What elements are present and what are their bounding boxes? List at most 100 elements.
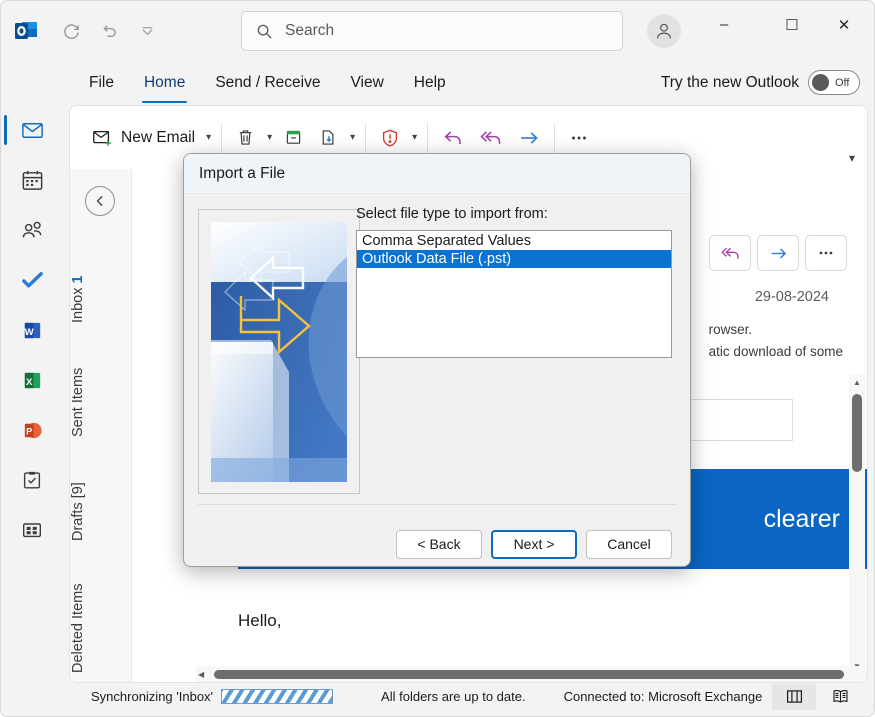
- search-placeholder: Search: [285, 22, 334, 40]
- reading-pane-vertical-scrollbar[interactable]: ▲ ▼: [849, 374, 865, 674]
- sync-progress-bar: [221, 689, 333, 704]
- folder-inbox-count: 1: [70, 275, 86, 283]
- file-type-option-csv[interactable]: Comma Separated Values: [357, 232, 671, 250]
- minimize-button[interactable]: –: [701, 1, 747, 48]
- new-email-chevron-down-icon[interactable]: ▾: [202, 132, 215, 143]
- report-button[interactable]: [372, 118, 408, 158]
- ribbon-divider: [221, 123, 222, 153]
- folders-status-text: All folders are up to date.: [381, 689, 526, 704]
- forward-button[interactable]: [510, 118, 548, 158]
- email-banner-text: clearer: [764, 505, 840, 534]
- tab-help[interactable]: Help: [412, 68, 448, 98]
- svg-text:P: P: [26, 426, 32, 436]
- svg-text:W: W: [24, 326, 34, 337]
- rail-item-todo[interactable]: [1, 255, 63, 305]
- new-email-button[interactable]: New Email: [84, 118, 202, 158]
- folder-item-sent[interactable]: Sent Items: [70, 327, 132, 437]
- close-button[interactable]: ✕: [821, 1, 867, 48]
- status-bar: Synchronizing 'Inbox' All folders are up…: [69, 683, 868, 710]
- horizontal-scroll-thumb[interactable]: [214, 670, 844, 679]
- email-body-fragment: rowser. atic download of some: [709, 319, 843, 362]
- dialog-body: Select file type to import from: Comma S…: [184, 194, 690, 524]
- dialog-divider: [198, 504, 676, 505]
- vertical-scroll-thumb[interactable]: [852, 394, 862, 472]
- reading-pane-horizontal-scrollbar[interactable]: ◀ ▶: [196, 666, 867, 683]
- normal-view-icon[interactable]: [772, 684, 816, 710]
- search-box[interactable]: Search: [241, 11, 623, 51]
- back-arrow-icon[interactable]: [85, 186, 115, 216]
- undo-icon[interactable]: [92, 14, 126, 48]
- file-type-listbox[interactable]: Comma Separated Values Outlook Data File…: [356, 230, 672, 358]
- reading-view-icon[interactable]: [818, 684, 862, 710]
- refresh-icon[interactable]: [54, 14, 88, 48]
- tab-send-receive[interactable]: Send / Receive: [213, 68, 322, 98]
- rail-item-people[interactable]: [1, 205, 63, 255]
- rail-item-mail[interactable]: [1, 105, 63, 155]
- delete-button[interactable]: [228, 118, 263, 158]
- message-more-button[interactable]: [805, 235, 847, 271]
- message-reply-all-button[interactable]: [709, 235, 751, 271]
- rail-item-excel[interactable]: X: [1, 355, 63, 405]
- archive-button[interactable]: [276, 118, 311, 158]
- folder-item-drafts[interactable]: Drafts [9]: [70, 441, 132, 541]
- delete-chevron-down-icon[interactable]: ▾: [263, 132, 276, 143]
- rail-item-more-apps[interactable]: [1, 505, 63, 555]
- move-to-folder-button[interactable]: [311, 118, 346, 158]
- new-email-label: New Email: [121, 129, 195, 147]
- account-avatar-icon[interactable]: [647, 14, 681, 48]
- report-chevron-down-icon[interactable]: ▾: [408, 132, 421, 143]
- rail-item-tasks[interactable]: [1, 455, 63, 505]
- dialog-footer: < Back Next > Cancel: [184, 522, 690, 566]
- wizard-image-frame: [198, 209, 360, 494]
- message-actions: [709, 235, 847, 271]
- rail-item-calendar[interactable]: [1, 155, 63, 205]
- tab-home[interactable]: Home: [142, 68, 187, 98]
- message-forward-button[interactable]: [757, 235, 799, 271]
- folder-rail: Inbox 1 Sent Items Drafts [9] Deleted It…: [70, 169, 132, 683]
- try-new-outlook-toggle[interactable]: Off: [808, 70, 860, 95]
- import-a-file-dialog: Import a File: [183, 153, 691, 567]
- ribbon-divider-4: [554, 123, 555, 153]
- back-button[interactable]: < Back: [396, 530, 482, 559]
- customize-toolbar-chevron-down-icon[interactable]: [130, 14, 164, 48]
- reply-all-button[interactable]: [472, 118, 510, 158]
- tab-view[interactable]: View: [348, 68, 385, 98]
- minimize-glyph: –: [720, 16, 728, 33]
- status-view-buttons: [772, 684, 862, 710]
- connection-status-text: Connected to: Microsoft Exchange: [564, 689, 763, 704]
- maximize-button[interactable]: ☐: [769, 1, 815, 48]
- try-new-outlook-control[interactable]: Try the new Outlook Off: [661, 70, 860, 95]
- svg-text:X: X: [25, 376, 32, 387]
- search-icon: [256, 23, 273, 40]
- cancel-button[interactable]: Cancel: [586, 530, 672, 559]
- tab-file[interactable]: File: [87, 68, 116, 98]
- rail-item-powerpoint[interactable]: P: [1, 405, 63, 455]
- title-bar: Search – ☐ ✕: [1, 1, 875, 61]
- toggle-state-label: Off: [835, 77, 849, 89]
- ribbon-divider-2: [365, 123, 366, 153]
- outlook-window: Search – ☐ ✕ File Home Send / Receive Vi…: [0, 0, 875, 717]
- move-chevron-down-icon[interactable]: ▾: [346, 132, 359, 143]
- expand-ribbon-chevron-down-icon[interactable]: ▾: [849, 151, 855, 165]
- maximize-glyph: ☐: [785, 16, 798, 34]
- close-glyph: ✕: [838, 16, 851, 34]
- folder-item-inbox[interactable]: Inbox 1: [70, 227, 132, 323]
- reply-button[interactable]: [434, 118, 472, 158]
- file-type-option-pst[interactable]: Outlook Data File (.pst): [357, 250, 671, 268]
- email-date: 29-08-2024: [755, 289, 829, 305]
- next-button[interactable]: Next >: [491, 530, 577, 559]
- scroll-left-arrow-icon[interactable]: ◀: [198, 670, 204, 679]
- more-commands-button[interactable]: [561, 118, 597, 158]
- file-type-prompt: Select file type to import from:: [356, 206, 548, 222]
- rail-item-word[interactable]: W: [1, 305, 63, 355]
- outlook-icon: [12, 17, 40, 45]
- folder-item-deleted[interactable]: Deleted Items: [70, 545, 132, 673]
- try-new-outlook-label: Try the new Outlook: [661, 74, 799, 92]
- app-rail: W X P: [1, 105, 63, 686]
- body-fragment-line-1: rowser.: [709, 319, 843, 341]
- body-fragment-line-2: atic download of some: [709, 341, 843, 363]
- dialog-title-bar: Import a File: [184, 154, 690, 194]
- folder-inbox-label: Inbox: [70, 288, 86, 323]
- sync-status-text: Synchronizing 'Inbox': [91, 689, 213, 704]
- scroll-up-arrow-icon[interactable]: ▲: [849, 374, 865, 390]
